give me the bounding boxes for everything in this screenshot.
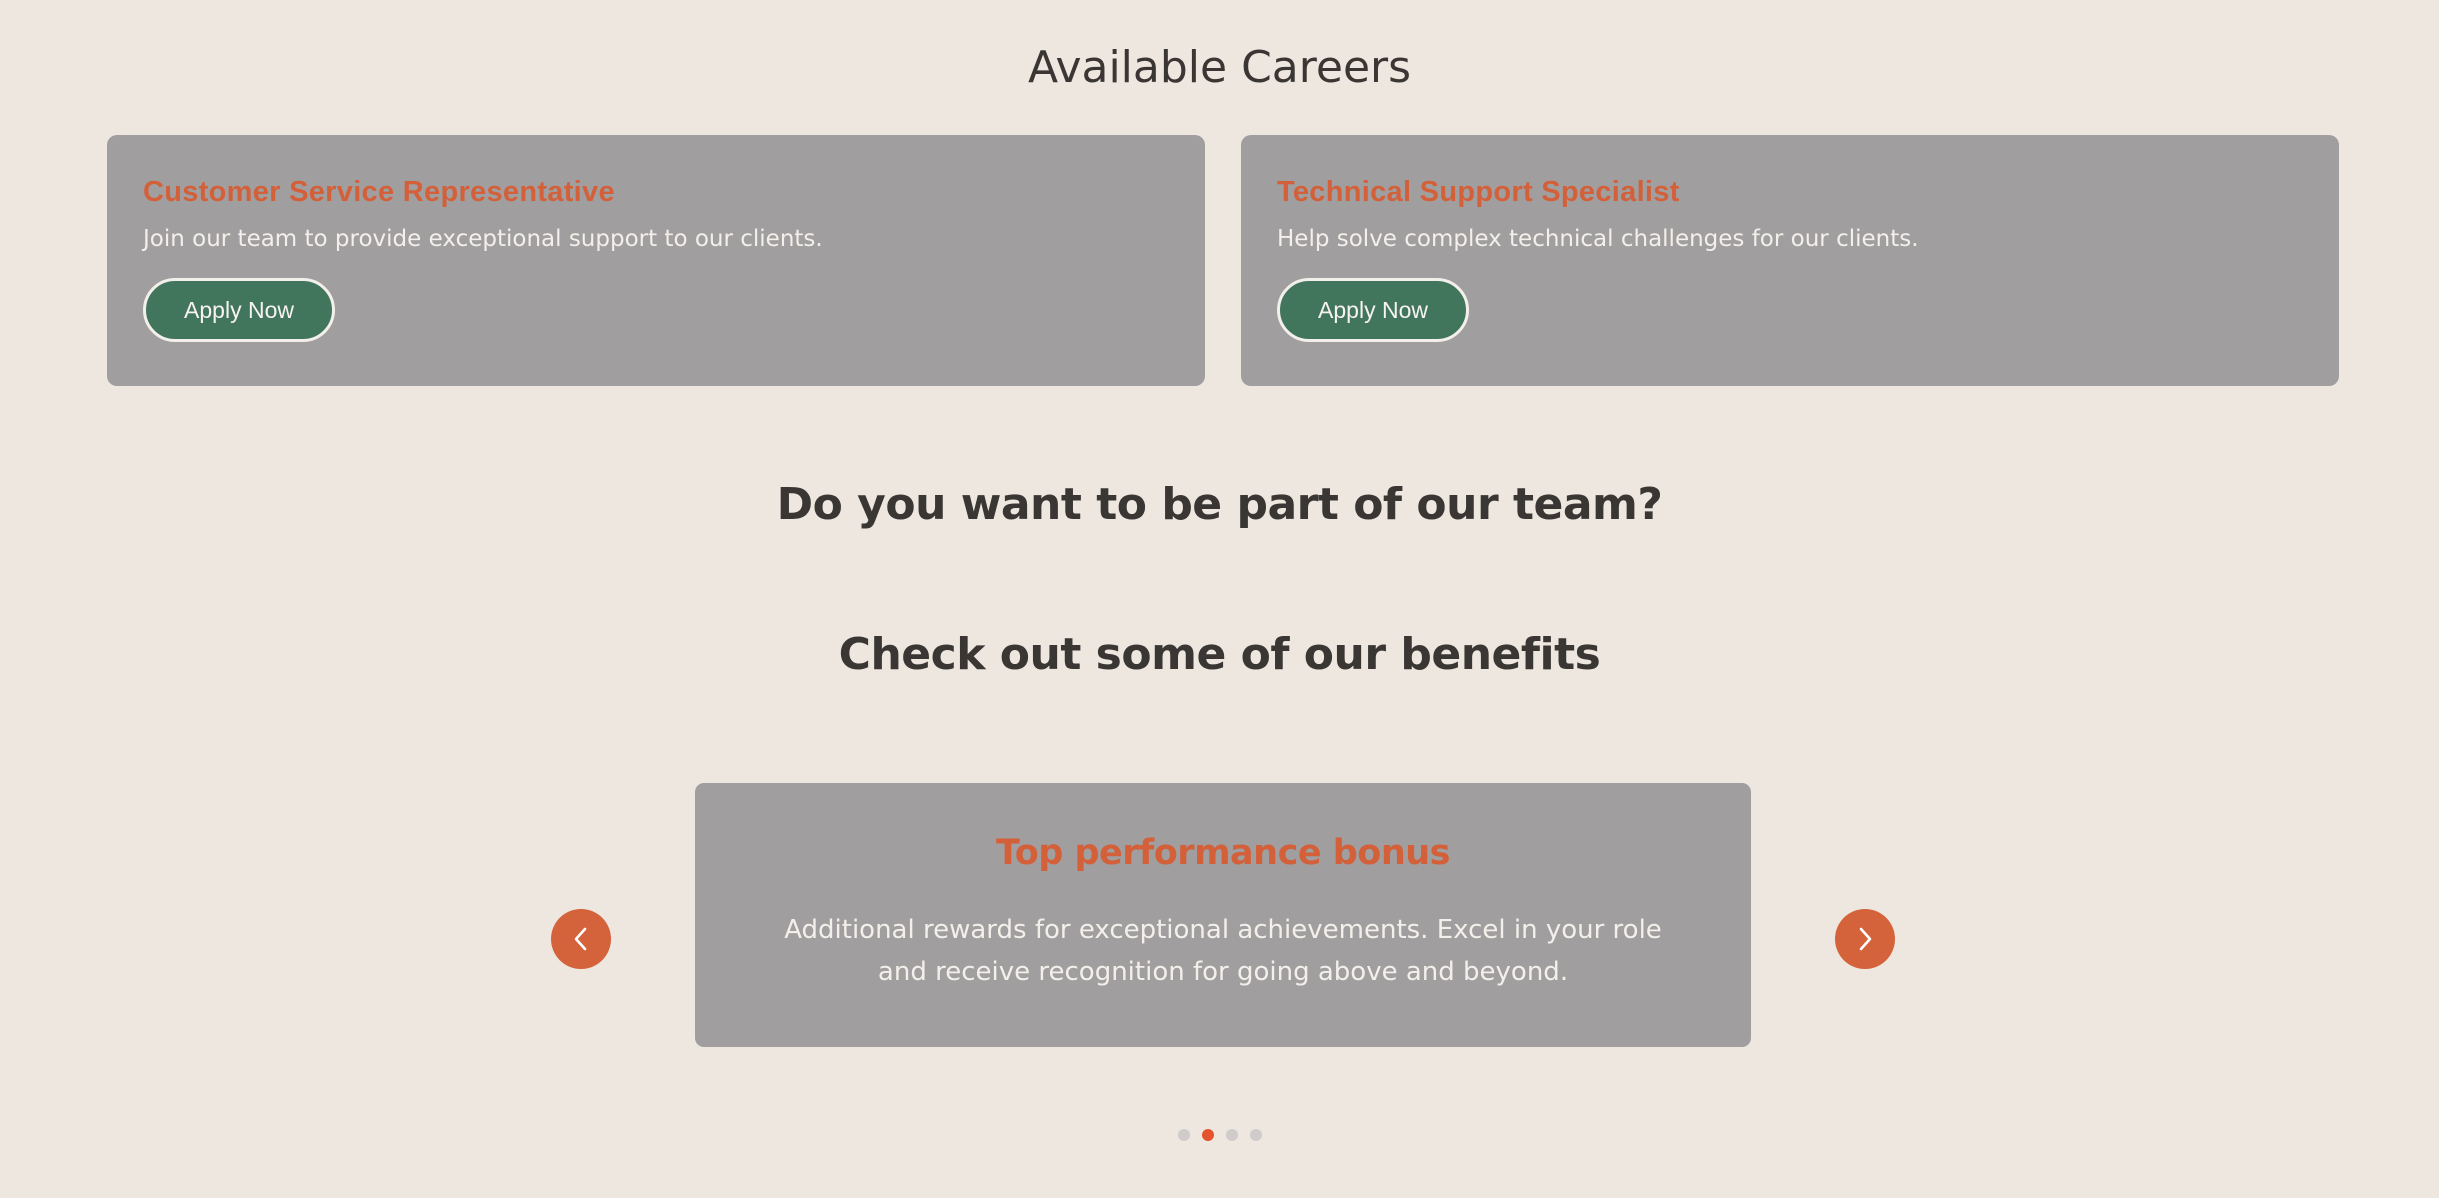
carousel-next-button[interactable] <box>1835 909 1895 969</box>
benefit-description: Additional rewards for exceptional achie… <box>784 915 1662 987</box>
benefit-card: Top performance bonus Additional rewards… <box>695 783 1751 1047</box>
careers-title: Available Careers <box>1027 42 1412 93</box>
carousel-dot[interactable] <box>1225 1129 1238 1141</box>
apply-now-button[interactable]: Apply Now <box>143 278 335 342</box>
carousel-dot[interactable] <box>1249 1129 1262 1141</box>
benefit-title: Top performance bonus <box>995 833 1451 873</box>
team-heading: Do you want to be part of our team? <box>776 479 1663 530</box>
job-description: Help solve complex technical challenges … <box>1277 226 1919 252</box>
carousel-dot[interactable] <box>1177 1129 1190 1141</box>
chevron-left-icon <box>574 927 587 951</box>
chevron-right-icon <box>1859 927 1872 951</box>
job-title: Technical Support Specialist <box>1277 176 1680 208</box>
apply-now-button[interactable]: Apply Now <box>1277 278 1469 342</box>
job-card: Customer Service Representative Join our… <box>107 135 1205 386</box>
job-title: Customer Service Representative <box>143 176 615 208</box>
job-card: Technical Support Specialist Help solve … <box>1241 135 2339 386</box>
benefits-heading: Check out some of our benefits <box>838 629 1601 680</box>
carousel-pagination <box>0 1129 2439 1141</box>
carousel-prev-button[interactable] <box>551 909 611 969</box>
carousel-dot[interactable] <box>1201 1129 1214 1141</box>
job-description: Join our team to provide exceptional sup… <box>143 226 823 252</box>
careers-page: Available Careers Customer Service Repre… <box>0 0 2439 1198</box>
